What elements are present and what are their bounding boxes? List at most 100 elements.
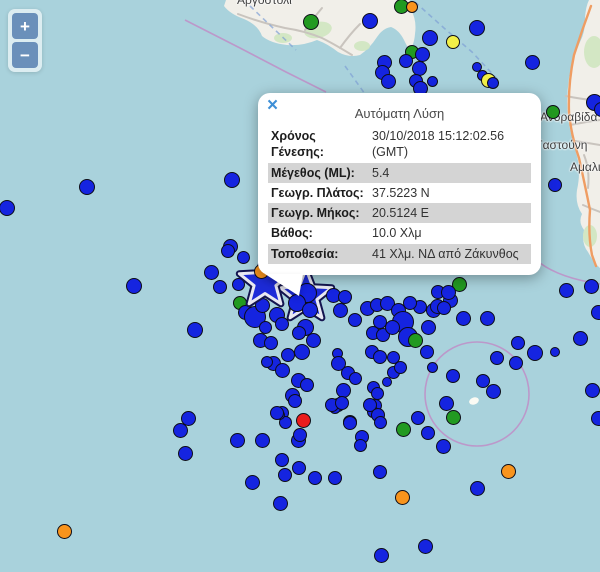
blue-earthquake-marker[interactable] xyxy=(527,345,543,361)
blue-earthquake-marker[interactable] xyxy=(509,356,523,370)
blue-earthquake-marker[interactable] xyxy=(0,200,15,216)
blue-earthquake-marker[interactable] xyxy=(338,290,352,304)
blue-earthquake-marker[interactable] xyxy=(349,372,362,385)
blue-earthquake-marker[interactable] xyxy=(420,345,434,359)
blue-earthquake-marker[interactable] xyxy=(439,396,454,411)
blue-earthquake-marker[interactable] xyxy=(213,280,227,294)
blue-earthquake-marker[interactable] xyxy=(456,311,471,326)
blue-earthquake-marker[interactable] xyxy=(224,172,240,188)
green-earthquake-marker[interactable] xyxy=(303,14,319,30)
orange-earthquake-marker[interactable] xyxy=(501,464,516,479)
blue-earthquake-marker[interactable] xyxy=(255,433,270,448)
blue-earthquake-marker[interactable] xyxy=(275,453,289,467)
blue-earthquake-marker[interactable] xyxy=(302,302,318,318)
zoom-out-button[interactable]: − xyxy=(12,42,38,68)
blue-earthquake-marker[interactable] xyxy=(204,265,219,280)
blue-earthquake-marker[interactable] xyxy=(173,423,188,438)
blue-earthquake-marker[interactable] xyxy=(411,411,425,425)
blue-earthquake-marker[interactable] xyxy=(273,496,288,511)
zoom-in-button[interactable]: + xyxy=(12,13,38,39)
blue-earthquake-marker[interactable] xyxy=(264,336,278,350)
blue-earthquake-marker[interactable] xyxy=(126,278,142,294)
blue-earthquake-marker[interactable] xyxy=(381,74,396,89)
blue-earthquake-marker[interactable] xyxy=(548,178,562,192)
blue-earthquake-marker[interactable] xyxy=(394,361,407,374)
blue-earthquake-marker[interactable] xyxy=(437,301,451,315)
blue-earthquake-marker[interactable] xyxy=(480,311,495,326)
blue-earthquake-marker[interactable] xyxy=(591,411,600,426)
blue-earthquake-marker[interactable] xyxy=(446,369,460,383)
blue-earthquake-marker[interactable] xyxy=(399,54,413,68)
green-earthquake-marker[interactable] xyxy=(446,410,461,425)
blue-earthquake-marker[interactable] xyxy=(259,321,272,334)
blue-earthquake-marker[interactable] xyxy=(469,20,485,36)
green-earthquake-marker[interactable] xyxy=(408,333,423,348)
blue-earthquake-marker[interactable] xyxy=(421,320,436,335)
orange-earthquake-marker[interactable] xyxy=(57,524,72,539)
blue-earthquake-marker[interactable] xyxy=(300,378,314,392)
red-earthquake-marker[interactable] xyxy=(296,413,311,428)
blue-earthquake-marker[interactable] xyxy=(422,30,438,46)
blue-earthquake-marker[interactable] xyxy=(278,468,292,482)
blue-earthquake-marker[interactable] xyxy=(418,539,433,554)
blue-earthquake-marker[interactable] xyxy=(421,426,435,440)
blue-earthquake-marker[interactable] xyxy=(374,416,387,429)
blue-earthquake-marker[interactable] xyxy=(79,179,95,195)
blue-earthquake-marker[interactable] xyxy=(403,296,417,310)
blue-earthquake-marker[interactable] xyxy=(573,331,588,346)
blue-earthquake-marker[interactable] xyxy=(270,406,284,420)
green-earthquake-marker[interactable] xyxy=(396,422,411,437)
blue-earthquake-marker[interactable] xyxy=(275,363,290,378)
blue-earthquake-marker[interactable] xyxy=(559,283,574,298)
blue-earthquake-marker[interactable] xyxy=(441,285,456,300)
blue-earthquake-marker[interactable] xyxy=(415,47,430,62)
blue-earthquake-marker[interactable] xyxy=(187,322,203,338)
blue-earthquake-marker[interactable] xyxy=(333,303,348,318)
blue-earthquake-marker[interactable] xyxy=(288,394,302,408)
seismicity-map[interactable]: ΑργοστόλιΑνδραβίδαΓαστούνηΑμαλιάδα + − ×… xyxy=(0,0,600,572)
blue-earthquake-marker[interactable] xyxy=(245,475,260,490)
blue-earthquake-marker[interactable] xyxy=(385,320,400,335)
blue-earthquake-marker[interactable] xyxy=(373,465,387,479)
blue-earthquake-marker[interactable] xyxy=(292,326,306,340)
blue-earthquake-marker[interactable] xyxy=(487,77,499,89)
blue-earthquake-marker[interactable] xyxy=(373,350,387,364)
popup-row-label: Γεωγρ. Πλάτος: xyxy=(271,185,372,201)
blue-earthquake-marker[interactable] xyxy=(294,344,310,360)
blue-earthquake-marker[interactable] xyxy=(335,396,349,410)
blue-earthquake-marker[interactable] xyxy=(293,428,307,442)
blue-earthquake-marker[interactable] xyxy=(281,348,295,362)
blue-earthquake-marker[interactable] xyxy=(343,416,357,430)
blue-earthquake-marker[interactable] xyxy=(490,351,504,365)
blue-earthquake-marker[interactable] xyxy=(292,461,306,475)
blue-earthquake-marker[interactable] xyxy=(470,481,485,496)
blue-earthquake-marker[interactable] xyxy=(382,377,392,387)
blue-earthquake-marker[interactable] xyxy=(374,548,389,563)
blue-earthquake-marker[interactable] xyxy=(354,439,367,452)
popup-close-button[interactable]: × xyxy=(267,95,278,117)
blue-earthquake-marker[interactable] xyxy=(362,13,378,29)
blue-earthquake-marker[interactable] xyxy=(525,55,540,70)
blue-earthquake-marker[interactable] xyxy=(486,384,501,399)
blue-earthquake-marker[interactable] xyxy=(261,356,273,368)
blue-earthquake-marker[interactable] xyxy=(427,76,438,87)
popup-row: Τοποθεσία:41 Χλμ. ΝΔ από Ζάκυνθος xyxy=(268,244,531,264)
blue-earthquake-marker[interactable] xyxy=(306,333,321,348)
blue-earthquake-marker[interactable] xyxy=(511,336,525,350)
blue-earthquake-marker[interactable] xyxy=(585,383,600,398)
green-earthquake-marker[interactable] xyxy=(546,105,560,119)
blue-earthquake-marker[interactable] xyxy=(308,471,322,485)
blue-earthquake-marker[interactable] xyxy=(230,433,245,448)
blue-earthquake-marker[interactable] xyxy=(436,439,451,454)
blue-earthquake-marker[interactable] xyxy=(275,317,289,331)
blue-earthquake-marker[interactable] xyxy=(178,446,193,461)
blue-earthquake-marker[interactable] xyxy=(348,313,362,327)
blue-earthquake-marker[interactable] xyxy=(584,279,599,294)
yellow-earthquake-marker[interactable] xyxy=(446,35,460,49)
orange-earthquake-marker[interactable] xyxy=(395,490,410,505)
blue-earthquake-marker[interactable] xyxy=(427,362,438,373)
blue-earthquake-marker[interactable] xyxy=(591,305,600,320)
blue-earthquake-marker[interactable] xyxy=(328,471,342,485)
orange-earthquake-marker[interactable] xyxy=(406,1,418,13)
blue-earthquake-marker[interactable] xyxy=(550,347,560,357)
